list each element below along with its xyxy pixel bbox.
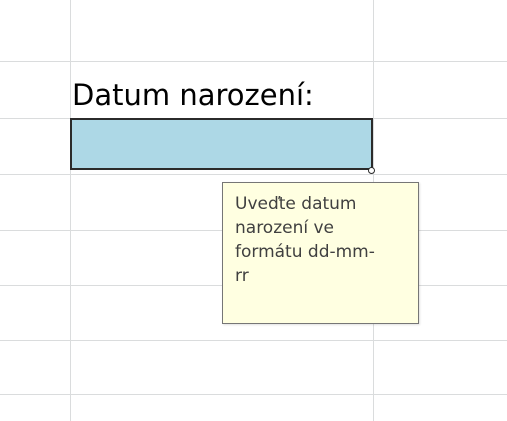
row-gridline [0, 394, 507, 395]
birth-date-input-cell[interactable] [70, 118, 373, 170]
spreadsheet-grid: Datum narození: Uveďte datum narození ve… [0, 0, 507, 421]
tooltip-line: formátu dd-mm- [235, 242, 375, 262]
tooltip-line: Uveďte datum [235, 194, 357, 214]
input-message-tooltip: Uveďte datum narození ve formátu dd-mm- … [222, 182, 419, 324]
row-gridline [0, 174, 507, 175]
column-gridline [70, 0, 71, 421]
fill-handle[interactable] [368, 167, 375, 174]
row-gridline [0, 340, 507, 341]
tooltip-line: narození ve [235, 218, 335, 238]
tooltip-line: rr [235, 266, 249, 286]
birth-date-label: Datum narození: [72, 78, 314, 112]
row-gridline [0, 61, 507, 62]
